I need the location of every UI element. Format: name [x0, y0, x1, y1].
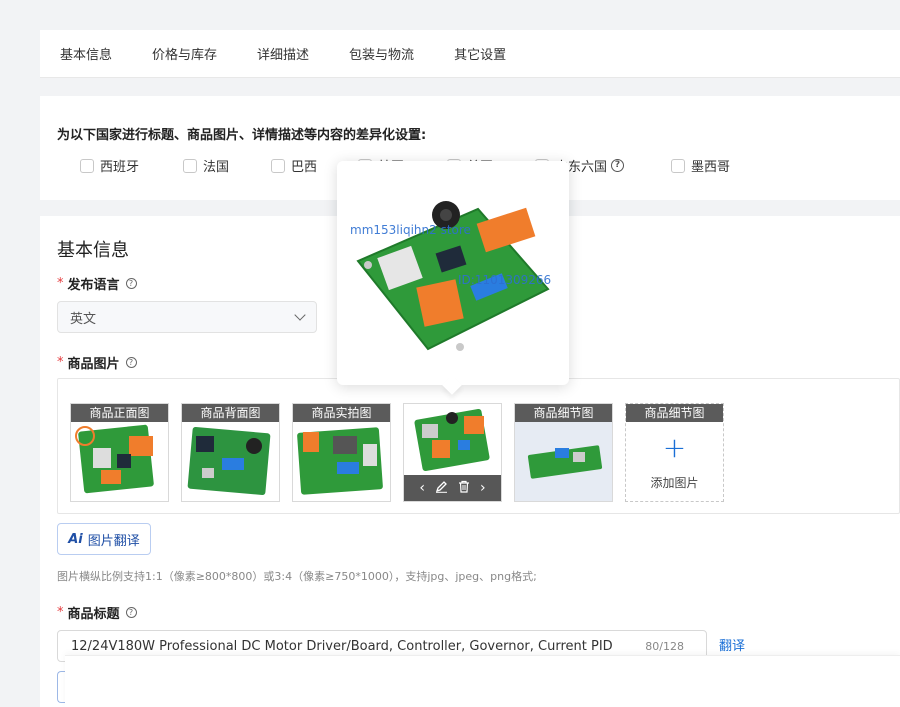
- plus-icon[interactable]: +: [626, 434, 723, 462]
- image-slot-add[interactable]: 商品细节图 + 添加图片: [625, 403, 724, 502]
- checkbox[interactable]: [271, 158, 285, 173]
- required-mark: *: [57, 355, 64, 370]
- preview-image: mm153liqihn2 store ID:1101309266: [348, 169, 558, 377]
- image-slot-front[interactable]: 商品正面图: [70, 403, 169, 502]
- image-slot-real[interactable]: 商品实拍图: [292, 403, 391, 502]
- previous-icon[interactable]: ‹: [419, 480, 425, 496]
- char-counter: 80/128: [645, 640, 684, 653]
- watermark: mm153liqihn2 store: [350, 223, 471, 237]
- checkbox[interactable]: [183, 158, 197, 173]
- image-preview-popover: mm153liqihn2 store ID:1101309266: [337, 161, 569, 395]
- tab-packaging[interactable]: 包装与物流: [349, 44, 414, 63]
- country-label: 法国: [203, 160, 230, 175]
- translate-link[interactable]: 翻译: [719, 635, 745, 654]
- bottom-panel: [65, 655, 900, 707]
- checkbox[interactable]: [671, 158, 685, 173]
- product-image: [293, 422, 390, 501]
- country-option-mexico[interactable]: 墨西哥: [671, 156, 730, 175]
- images-label: * 商品图片 ?: [57, 353, 137, 372]
- image-toolbar: ‹ ›: [404, 475, 501, 501]
- watermark: ID:1101309266: [458, 273, 552, 287]
- tab-description[interactable]: 详细描述: [257, 44, 309, 63]
- image-upload-area: 商品正面图 商品背面图 商品实拍图 ‹ › 商品细节图 商品细节图 + 添加图片: [57, 378, 900, 514]
- language-label: * 发布语言 ?: [57, 274, 137, 293]
- help-icon[interactable]: ?: [125, 357, 137, 368]
- country-label: 西班牙: [100, 160, 140, 175]
- country-option-spain[interactable]: 西班牙: [80, 156, 139, 175]
- help-icon[interactable]: ?: [125, 278, 137, 289]
- required-mark: *: [57, 605, 64, 620]
- slot-caption: 商品细节图: [626, 404, 723, 422]
- image-slot-back[interactable]: 商品背面图: [181, 403, 280, 502]
- country-label: 巴西: [291, 160, 318, 175]
- image-hint: 图片横纵比例支持1:1（像素≥800*800）或3:4（像素≥750*1000）…: [57, 570, 537, 583]
- country-option-brazil[interactable]: 巴西: [271, 156, 317, 175]
- tab-other-settings[interactable]: 其它设置: [454, 44, 506, 63]
- tab-bar: 基本信息 价格与库存 详细描述 包装与物流 其它设置: [40, 30, 900, 78]
- ai-icon: Ai: [68, 531, 83, 547]
- tab-basic-info[interactable]: 基本信息: [60, 44, 112, 63]
- label-text: 发布语言: [67, 278, 120, 293]
- input-value: 12/24V180W Professional DC Motor Driver/…: [71, 638, 613, 654]
- button-label: 图片翻译: [87, 533, 140, 549]
- country-label: 墨西哥: [691, 160, 731, 175]
- help-icon[interactable]: ?: [125, 607, 137, 618]
- product-image: [71, 422, 168, 501]
- slot-caption: 商品细节图: [515, 404, 612, 422]
- section-heading: 基本信息: [57, 240, 129, 261]
- checkbox[interactable]: [80, 158, 94, 173]
- next-icon[interactable]: ›: [480, 480, 486, 496]
- required-mark: *: [57, 276, 64, 291]
- slot-caption: 商品正面图: [71, 404, 168, 422]
- edit-icon[interactable]: [435, 480, 448, 497]
- image-translate-button[interactable]: Ai 图片翻译: [57, 523, 151, 555]
- select-value: 英文: [70, 311, 97, 327]
- image-slot-hovered[interactable]: ‹ ›: [403, 403, 502, 502]
- language-select[interactable]: 英文: [57, 301, 317, 333]
- slot-caption: 商品实拍图: [293, 404, 390, 422]
- image-slot-detail[interactable]: 商品细节图: [514, 403, 613, 502]
- label-text: 商品标题: [67, 607, 120, 622]
- country-section-title: 为以下国家进行标题、商品图片、详情描述等内容的差异化设置:: [57, 128, 427, 143]
- help-icon[interactable]: ?: [611, 159, 625, 172]
- slot-caption: 商品背面图: [182, 404, 279, 422]
- product-image: [182, 422, 279, 501]
- label-text: 商品图片: [67, 357, 120, 372]
- page: 基本信息 价格与库存 详细描述 包装与物流 其它设置 为以下国家进行标题、商品图…: [0, 0, 900, 707]
- product-image: [515, 422, 612, 501]
- add-image-label: 添加图片: [650, 476, 699, 490]
- country-option-france[interactable]: 法国: [183, 156, 229, 175]
- trash-icon[interactable]: [458, 480, 470, 497]
- tab-price-stock[interactable]: 价格与库存: [152, 44, 217, 63]
- title-label: * 商品标题 ?: [57, 603, 137, 622]
- chevron-down-icon: [294, 309, 306, 321]
